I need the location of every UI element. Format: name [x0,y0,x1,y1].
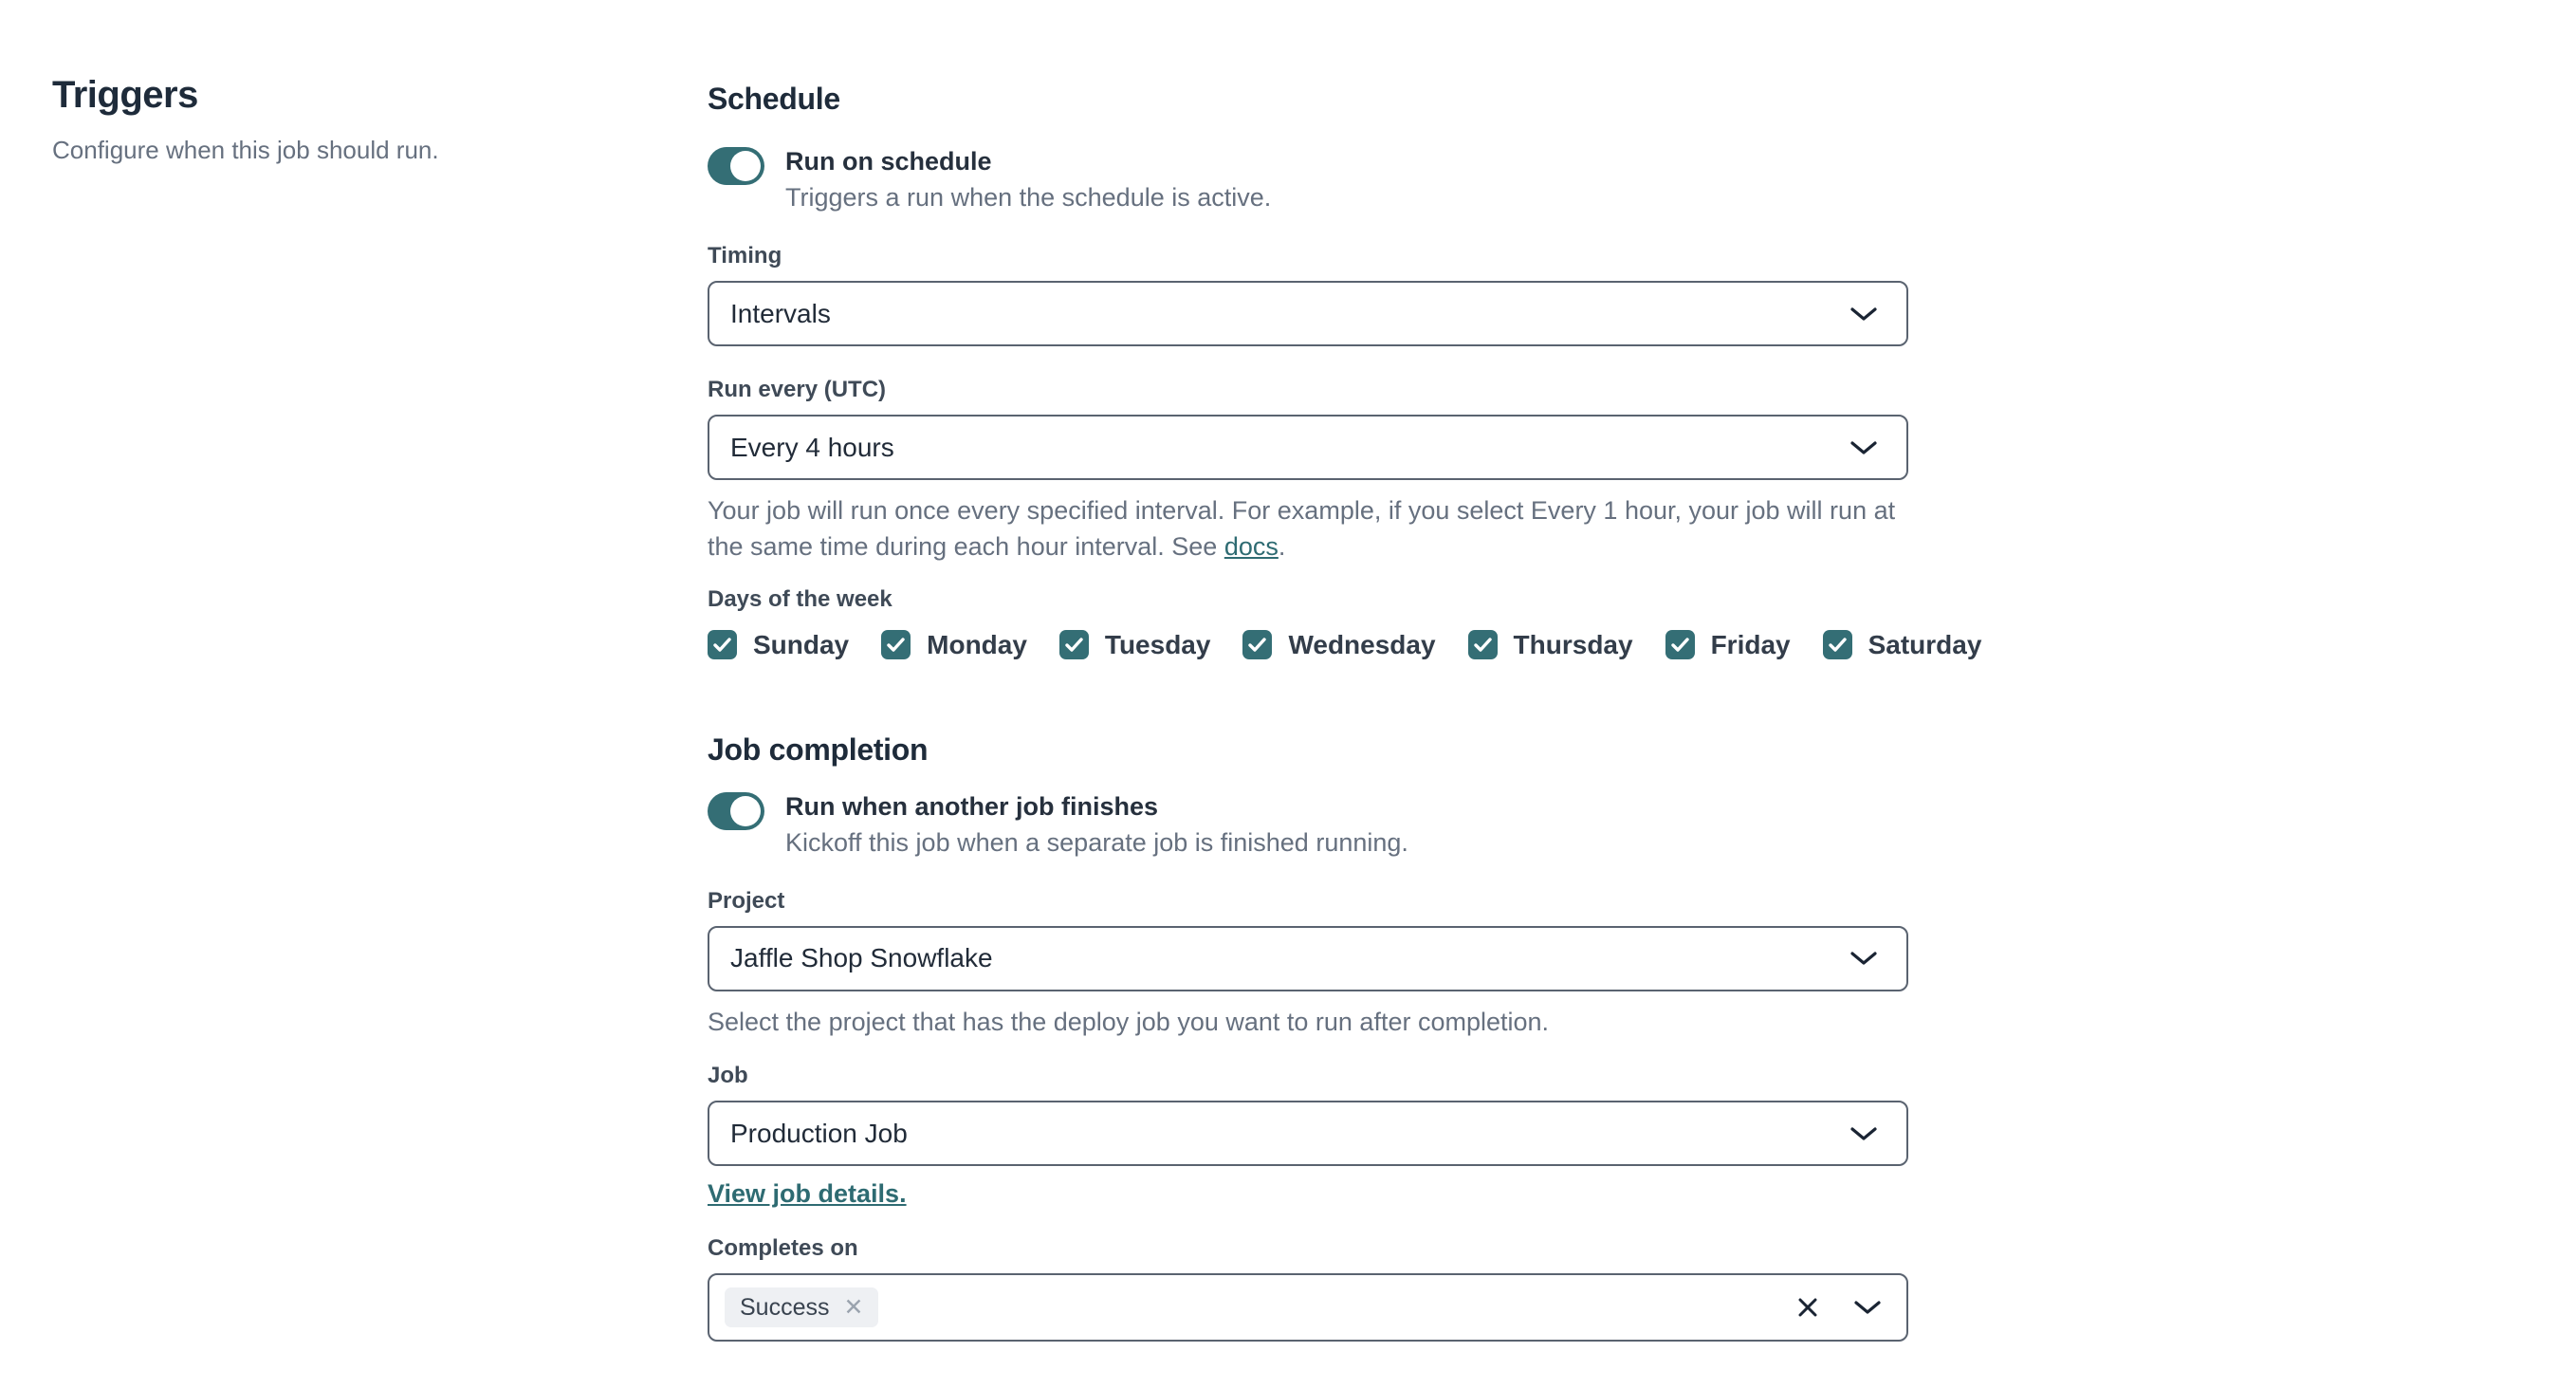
page-title: Triggers [52,74,198,116]
run-when-another-job-toggle[interactable] [708,791,764,830]
chevron-down-icon [1854,1301,1881,1314]
settings-content: Schedule Run on schedule Triggers a run … [708,74,1981,1343]
day-label: Saturday [1868,629,1982,659]
job-field: Job Production Job View job details. [708,1063,1908,1209]
project-help-text: Select the project that has the deploy j… [708,1007,1550,1036]
toggle-knob [730,151,761,181]
job-link-row: View job details. [708,1179,1908,1209]
schedule-section: Schedule Run on schedule Triggers a run … [708,82,1981,660]
run-on-schedule-label: Run on schedule [785,147,992,176]
checkbox-checked-icon [1665,630,1695,660]
completes-on-field: Completes on Success ✕ [708,1235,1908,1343]
checkbox-checked-icon [708,630,737,660]
run-every-selected-value: Every 4 hours [730,432,894,462]
checkbox-checked-icon [1822,630,1852,660]
selected-tag: Success ✕ [725,1287,879,1328]
days-of-week-label: Days of the week [708,585,892,612]
day-option-sunday[interactable]: Sunday [708,630,849,660]
view-job-details-link[interactable]: View job details. [708,1179,907,1208]
run-when-another-row: Run when another job finishes Kickoff th… [708,791,1908,858]
checkbox-checked-icon [1058,630,1089,660]
checkbox-checked-icon [881,630,911,660]
schedule-heading: Schedule [708,82,840,116]
triggers-settings-page: Triggers Configure when this job should … [0,0,2576,1343]
day-label: Tuesday [1104,629,1211,659]
project-selected-value: Jaffle Shop Snowflake [730,943,993,973]
timing-label: Timing [708,243,782,269]
section-intro: Triggers Configure when this job should … [52,74,708,1342]
project-field: Project Jaffle Shop Snowflake Select the… [708,888,1908,1041]
run-on-schedule-description: Triggers a run when the schedule is acti… [785,183,1272,212]
toggle-text: Run on schedule Triggers a run when the … [785,147,1271,213]
day-option-monday[interactable]: Monday [881,630,1027,660]
days-of-week-field: Days of the week Sunday Monday Tuesday W… [708,585,1981,660]
toggle-knob [730,795,761,826]
project-label: Project [708,887,785,914]
day-label: Sunday [753,629,850,659]
job-completion-heading: Job completion [708,732,929,767]
run-every-help-text: Your job will run once every specified i… [708,493,1908,565]
day-option-friday[interactable]: Friday [1665,630,1791,660]
tag-remove-icon[interactable]: ✕ [843,1295,863,1320]
timing-selected-value: Intervals [730,298,831,328]
run-every-label: Run every (UTC) [708,377,887,402]
job-label: Job [708,1063,748,1089]
job-selected-value: Production Job [730,1118,908,1148]
day-label: Monday [927,629,1027,659]
run-every-select[interactable]: Every 4 hours [708,415,1908,480]
run-when-another-label: Run when another job finishes [785,791,1159,821]
chevron-down-icon [1850,440,1877,454]
run-when-another-description: Kickoff this job when a separate job is … [785,827,1408,857]
checkbox-checked-icon [1467,630,1498,660]
day-label: Friday [1710,629,1791,659]
day-label: Thursday [1513,629,1633,659]
checkbox-checked-icon [1242,630,1273,660]
tag-label: Success [740,1293,830,1321]
help-text-prefix: Your job will run once every specified i… [708,496,1896,561]
job-select[interactable]: Production Job [708,1101,1908,1167]
clear-selection-icon[interactable] [1796,1296,1819,1319]
completes-on-multiselect[interactable]: Success ✕ [708,1273,1908,1343]
timing-field: Timing Intervals [708,243,1908,346]
run-on-schedule-toggle[interactable] [708,147,764,185]
day-label: Wednesday [1288,629,1436,659]
project-select[interactable]: Jaffle Shop Snowflake [708,925,1908,991]
timing-select[interactable]: Intervals [708,281,1908,346]
toggle-text: Run when another job finishes Kickoff th… [785,792,1408,858]
run-every-field: Run every (UTC) Every 4 hours Your job w… [708,377,1908,565]
days-of-week-row: Sunday Monday Tuesday Wednesday Thursday… [708,629,1981,660]
docs-link[interactable]: docs [1224,532,1279,561]
chevron-down-icon [1850,952,1877,965]
job-completion-section: Job completion Run when another job fini… [708,732,1908,1343]
day-option-tuesday[interactable]: Tuesday [1058,629,1211,660]
day-option-saturday[interactable]: Saturday [1822,629,1982,660]
run-on-schedule-row: Run on schedule Triggers a run when the … [708,147,1908,213]
help-text-suffix: . [1278,531,1286,561]
page-description: Configure when this job should run. [52,136,439,164]
chevron-down-icon [1850,1127,1877,1140]
multiselect-controls [1796,1296,1882,1319]
day-option-thursday[interactable]: Thursday [1467,629,1633,660]
day-option-wednesday[interactable]: Wednesday [1242,629,1436,660]
chevron-down-icon [1850,306,1877,321]
completes-on-label: Completes on [708,1235,858,1262]
